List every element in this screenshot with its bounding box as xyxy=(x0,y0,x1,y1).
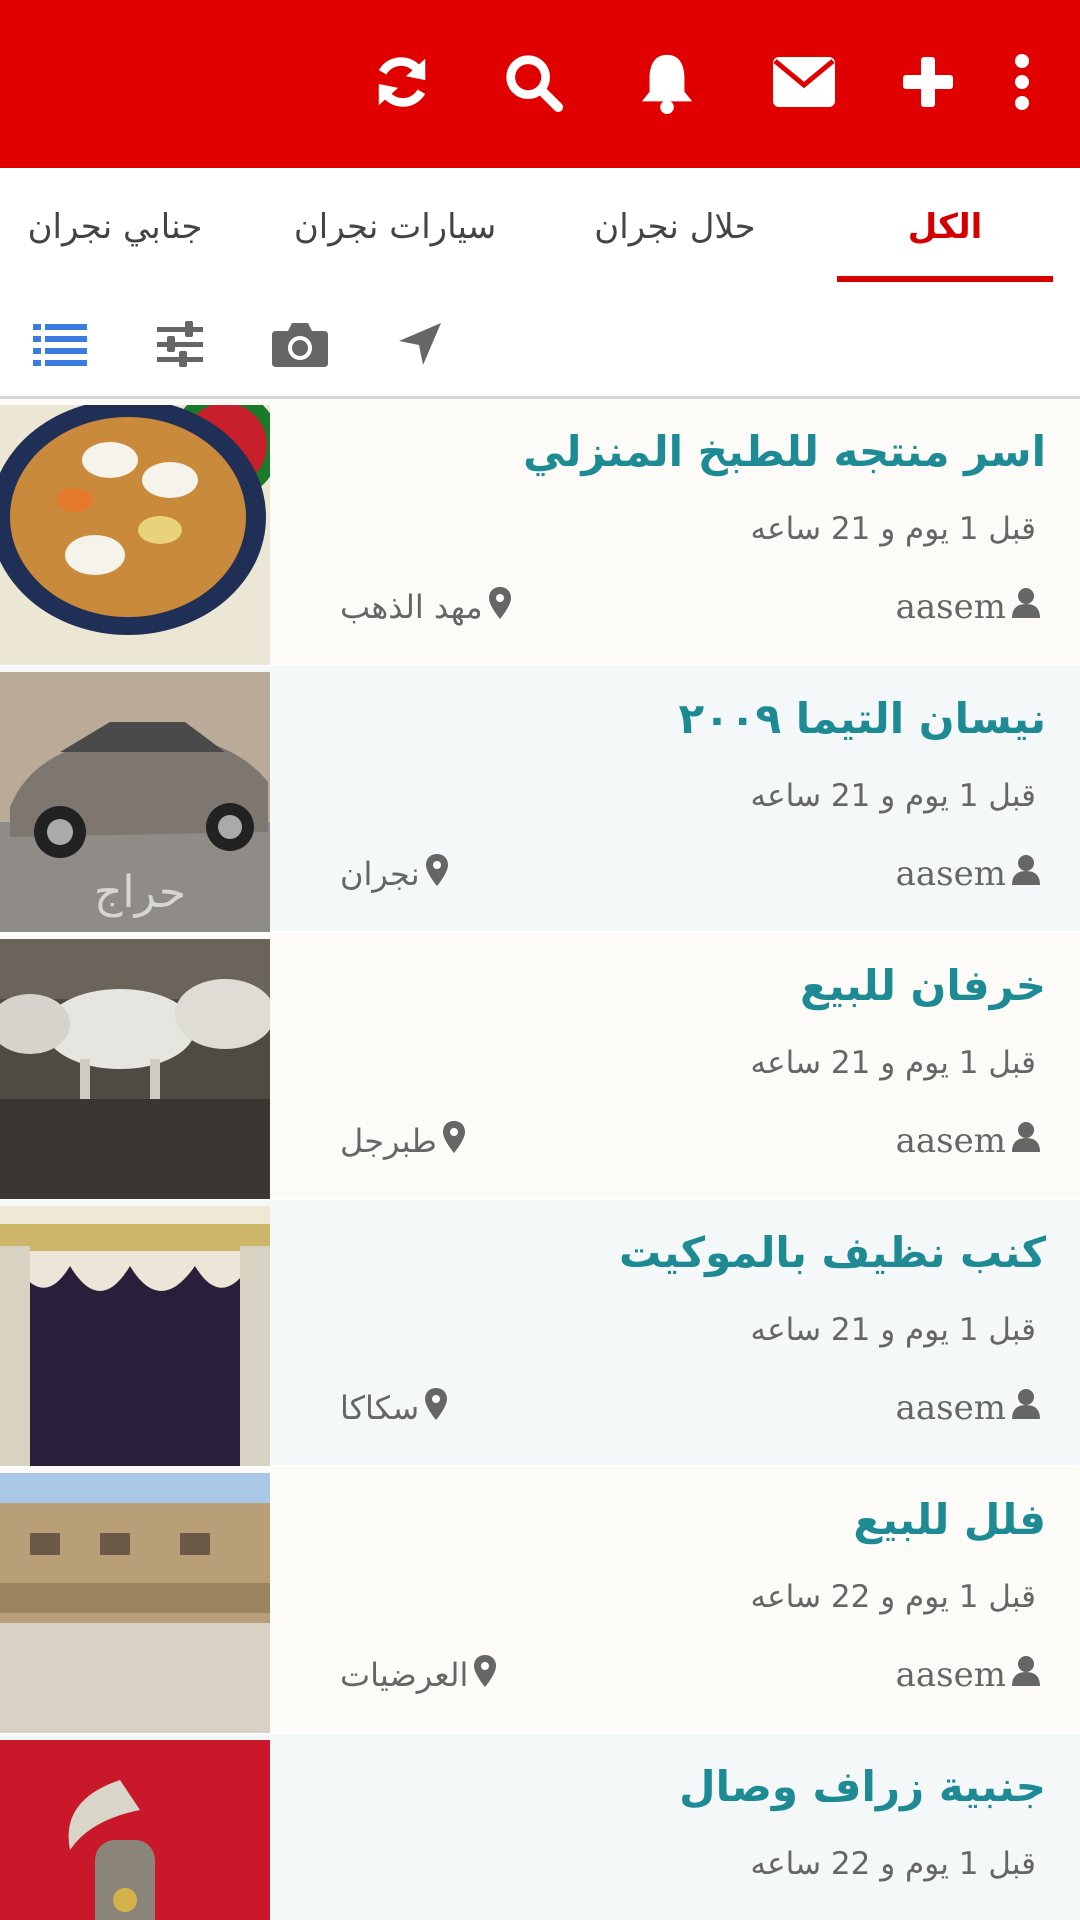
plus-icon[interactable] xyxy=(888,42,968,122)
svg-text:حراج: حراج xyxy=(94,867,186,918)
list-item[interactable]: كنب نظيف بالموكيت قبل 1 يوم و 21 ساعه aa… xyxy=(0,1200,1080,1466)
listing-user[interactable]: aasem xyxy=(896,1121,1040,1161)
tab-janabi-najran[interactable]: جنابي نجران xyxy=(20,168,210,286)
listing-time: قبل 1 يوم و 21 ساعه xyxy=(750,1312,1036,1348)
refresh-icon[interactable] xyxy=(362,42,442,122)
listing-user[interactable]: aasem xyxy=(896,587,1040,627)
listing-time: قبل 1 يوم و 22 ساعه xyxy=(750,1579,1036,1615)
listing-location-label: مهد الذهب xyxy=(340,588,483,626)
map-pin-icon xyxy=(442,1121,465,1161)
tab-cars-najran[interactable]: سيارات نجران xyxy=(290,168,500,286)
map-pin-icon xyxy=(474,1655,497,1695)
listing-time: قبل 1 يوم و 21 ساعه xyxy=(750,1045,1036,1081)
user-icon xyxy=(1012,1655,1040,1695)
listing-title[interactable]: كنب نظيف بالموكيت xyxy=(619,1228,1046,1277)
envelope-icon[interactable] xyxy=(764,42,844,122)
listing-location-label: سكاكا xyxy=(340,1389,420,1427)
listing-user[interactable]: aasem xyxy=(896,1388,1040,1428)
list-item[interactable]: جنبية زراف وصال قبل 1 يوم و 22 ساعه xyxy=(0,1734,1080,1920)
search-icon[interactable] xyxy=(493,42,573,122)
user-icon xyxy=(1012,854,1040,894)
list-item[interactable]: حراج نيسان التيما ٢٠٠٩ قبل 1 يوم و 21 سا… xyxy=(0,666,1080,932)
camera-icon[interactable] xyxy=(264,308,336,380)
listings: اسر منتجه للطبخ المنزلي قبل 1 يوم و 21 س… xyxy=(0,399,1080,1920)
map-pin-icon xyxy=(425,854,448,894)
listing-username: aasem xyxy=(895,854,1006,894)
listing-title[interactable]: نيسان التيما ٢٠٠٩ xyxy=(679,694,1046,743)
listing-thumbnail xyxy=(0,1473,270,1733)
location-arrow-icon[interactable] xyxy=(384,308,456,380)
list-view-icon[interactable] xyxy=(24,308,96,380)
listing-location: العرضيات xyxy=(340,1655,497,1695)
listing-location-label: طبرجل xyxy=(340,1122,437,1160)
user-icon xyxy=(1012,1121,1040,1161)
filter-sliders-icon[interactable] xyxy=(144,308,216,380)
view-toolbar xyxy=(0,286,1080,399)
listing-location-label: العرضيات xyxy=(340,1656,469,1694)
listing-location: طبرجل xyxy=(340,1121,465,1161)
map-pin-icon xyxy=(425,1388,448,1428)
list-item[interactable]: فلل للبيع قبل 1 يوم و 22 ساعه aasem العر… xyxy=(0,1467,1080,1733)
listing-thumbnail xyxy=(0,1740,270,1920)
listing-location: نجران xyxy=(340,854,448,894)
listing-username: aasem xyxy=(895,1121,1006,1161)
active-tab-indicator xyxy=(837,276,1053,282)
listing-title[interactable]: خرفان للبيع xyxy=(800,961,1046,1010)
category-tabs: الكل حلال نجران سيارات نجران جنابي نجران xyxy=(0,168,1080,286)
listing-thumbnail xyxy=(0,1206,270,1466)
list-item[interactable]: خرفان للبيع قبل 1 يوم و 21 ساعه aasem طب… xyxy=(0,933,1080,1199)
listing-username: aasem xyxy=(895,587,1006,627)
listing-location: سكاكا xyxy=(340,1388,448,1428)
more-vertical-icon[interactable] xyxy=(994,42,1050,122)
tab-halal-najran[interactable]: حلال نجران xyxy=(585,168,765,286)
listing-time: قبل 1 يوم و 22 ساعه xyxy=(750,1846,1036,1882)
listing-thumbnail: حراج xyxy=(0,672,270,932)
listing-location: مهد الذهب xyxy=(340,587,511,627)
listing-user[interactable]: aasem xyxy=(896,1655,1040,1695)
listing-user[interactable]: aasem xyxy=(896,854,1040,894)
listing-username: aasem xyxy=(895,1388,1006,1428)
bell-icon[interactable] xyxy=(627,42,707,122)
app-bar xyxy=(0,0,1080,168)
listing-time: قبل 1 يوم و 21 ساعه xyxy=(750,778,1036,814)
map-pin-icon xyxy=(488,587,511,627)
listing-title[interactable]: اسر منتجه للطبخ المنزلي xyxy=(523,427,1046,476)
listing-thumbnail xyxy=(0,939,270,1199)
listing-time: قبل 1 يوم و 21 ساعه xyxy=(750,511,1036,547)
listing-title[interactable]: جنبية زراف وصال xyxy=(679,1762,1046,1811)
listing-title[interactable]: فلل للبيع xyxy=(853,1495,1046,1544)
listing-username: aasem xyxy=(895,1655,1006,1695)
tab-all[interactable]: الكل xyxy=(880,168,1010,286)
listing-thumbnail xyxy=(0,405,270,665)
user-icon xyxy=(1012,1388,1040,1428)
listing-location-label: نجران xyxy=(340,855,420,893)
list-item[interactable]: اسر منتجه للطبخ المنزلي قبل 1 يوم و 21 س… xyxy=(0,399,1080,665)
user-icon xyxy=(1012,587,1040,627)
